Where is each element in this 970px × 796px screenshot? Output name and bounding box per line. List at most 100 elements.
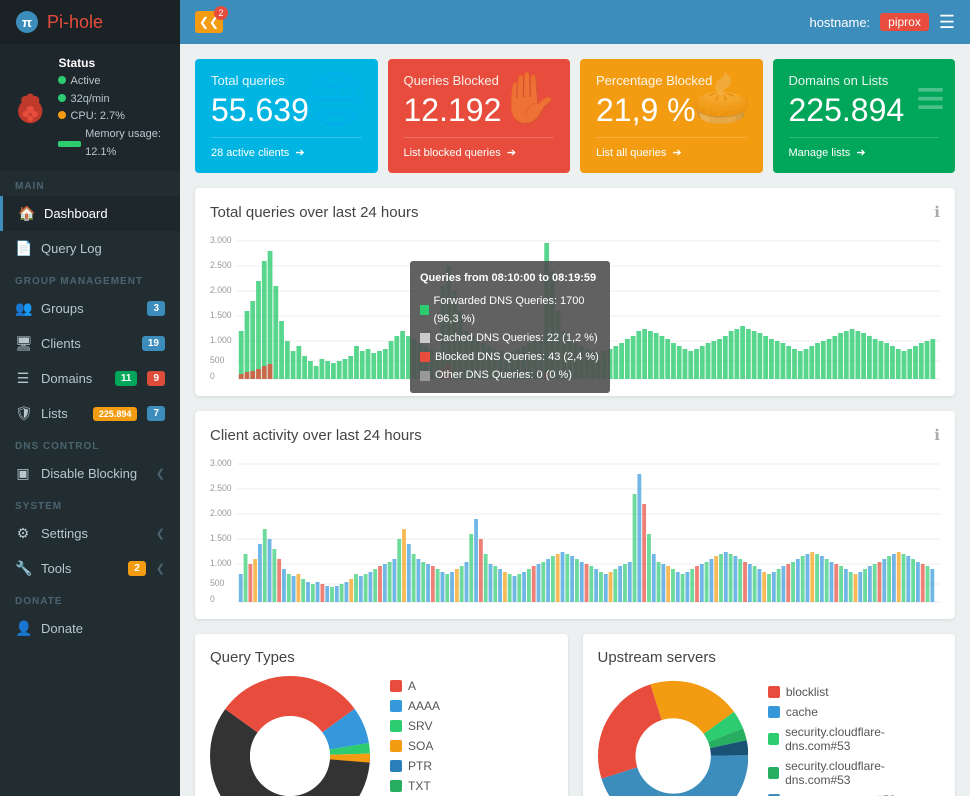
notification-badge: 2 bbox=[214, 6, 228, 20]
disable-icon: ▣ bbox=[15, 465, 31, 482]
svg-text:22:00: 22:00 bbox=[235, 379, 257, 381]
raspberry-icon bbox=[12, 84, 48, 132]
legend-soa: SOA bbox=[390, 739, 447, 753]
card-domains-lists: ≡ Domains on Lists 225.894 Manage lists … bbox=[773, 59, 956, 173]
settings-icon: ⚙ bbox=[15, 525, 31, 542]
sidebar-item-donate[interactable]: 👤 Donate bbox=[0, 611, 180, 646]
card-percent-title: Percentage Blocked bbox=[596, 73, 747, 88]
card-blocked-title: Queries Blocked bbox=[404, 73, 555, 88]
status-box: Status Active 32q/min CPU: 2.7% Memory u… bbox=[0, 44, 180, 171]
svg-text:500: 500 bbox=[210, 578, 225, 588]
chart-client-activity: Client activity over last 24 hours ℹ 3.0… bbox=[195, 411, 955, 619]
card-total-footer[interactable]: 28 active clients ➔ bbox=[211, 137, 362, 159]
sidebar-item-disable-blocking[interactable]: ▣ Disable Blocking ❮ bbox=[0, 456, 180, 491]
back-button[interactable]: ❮❮ 2 bbox=[195, 11, 223, 33]
donate-icon: 👤 bbox=[15, 620, 31, 637]
svg-text:01:00: 01:00 bbox=[379, 602, 401, 604]
stat-cards-container: 🌐 Total queries 55.639 28 active clients… bbox=[195, 59, 955, 173]
chart1-tooltip: Queries from 08:10:00 to 08:19:59 Forwar… bbox=[410, 261, 610, 393]
card-blocked-footer[interactable]: List blocked queries ➔ bbox=[404, 137, 555, 159]
querylog-label: Query Log bbox=[41, 241, 165, 256]
sidebar-item-clients[interactable]: 🖥 Clients 19 bbox=[0, 326, 180, 361]
svg-text:2.500: 2.500 bbox=[210, 483, 232, 493]
card-total-title: Total queries bbox=[211, 73, 362, 88]
sidebar-item-domains[interactable]: ☰ Domains 11 9 bbox=[0, 361, 180, 396]
tools-icon: 🔧 bbox=[15, 560, 31, 577]
svg-text:07:00: 07:00 bbox=[668, 379, 690, 381]
sidebar: π Pi-hole Status Active 32q/min CPU: 2.7… bbox=[0, 0, 180, 796]
bottom-charts: Query Types A AAAA SRV bbox=[195, 634, 955, 796]
svg-text:3.000: 3.000 bbox=[210, 458, 232, 468]
sidebar-item-dashboard[interactable]: 🏠 Dashboard bbox=[0, 196, 180, 231]
topbar-right: hostname: piprox ☰ bbox=[809, 12, 955, 33]
card-domains-title: Domains on Lists bbox=[789, 73, 940, 88]
svg-text:06:00: 06:00 bbox=[620, 602, 642, 604]
svg-text:00:00: 00:00 bbox=[331, 379, 353, 381]
svg-text:10:00: 10:00 bbox=[812, 379, 834, 381]
svg-text:3.000: 3.000 bbox=[210, 235, 232, 245]
query-types-title: Query Types bbox=[210, 649, 553, 666]
legend-ptr: PTR bbox=[390, 759, 447, 773]
upstream-content: blocklist cache security.cloudflare-dns.… bbox=[598, 676, 941, 796]
section-system-label: SYSTEM bbox=[0, 491, 180, 516]
legend-cf1: security.cloudflare-dns.com#53 bbox=[768, 725, 940, 753]
sidebar-item-lists[interactable]: 🛡 Lists 225.894 7 bbox=[0, 396, 180, 431]
status-cpu: CPU: 2.7% bbox=[58, 108, 168, 126]
sidebar-item-tools[interactable]: 🔧 Tools 2 ❮ bbox=[0, 551, 180, 586]
legend-a: A bbox=[390, 679, 447, 693]
info-icon-1: ℹ bbox=[934, 203, 940, 221]
svg-text:23:00: 23:00 bbox=[283, 379, 305, 381]
upstream-legend: blocklist cache security.cloudflare-dns.… bbox=[768, 685, 940, 796]
sidebar-item-settings[interactable]: ⚙ Settings ❮ bbox=[0, 516, 180, 551]
clients-label: Clients bbox=[41, 336, 132, 351]
disable-label: Disable Blocking bbox=[41, 466, 146, 481]
svg-text:2.000: 2.000 bbox=[210, 285, 232, 295]
settings-chevron: ❮ bbox=[156, 527, 165, 540]
app-title: Pi-hole bbox=[47, 12, 103, 33]
disable-chevron: ❮ bbox=[156, 467, 165, 480]
svg-text:2.500: 2.500 bbox=[210, 260, 232, 270]
svg-text:0: 0 bbox=[210, 594, 215, 604]
tools-badge: 2 bbox=[128, 561, 146, 576]
chart1-title: Total queries over last 24 hours ℹ bbox=[210, 203, 940, 221]
main-content: ❮❮ 2 hostname: piprox ☰ 🌐 Total queries … bbox=[180, 0, 970, 796]
svg-text:22:00: 22:00 bbox=[235, 602, 257, 604]
card-percent-footer[interactable]: List all queries ➔ bbox=[596, 137, 747, 159]
tooltip-blocked: Blocked DNS Queries: 43 (2,4 %) bbox=[420, 348, 600, 367]
chart2-svg: 3.000 2.500 2.000 1.500 1.000 500 0 bbox=[210, 454, 940, 604]
menu-button[interactable]: ☰ bbox=[939, 12, 955, 33]
clients-badge: 19 bbox=[142, 336, 165, 351]
query-types-pie bbox=[210, 676, 370, 796]
svg-text:09:00: 09:00 bbox=[764, 379, 786, 381]
legend-cache: cache bbox=[768, 705, 940, 719]
status-memory: Memory usage: 12.1% bbox=[58, 126, 168, 161]
tools-label: Tools bbox=[41, 561, 118, 576]
svg-text:12:00: 12:00 bbox=[908, 602, 930, 604]
legend-aaaa: AAAA bbox=[390, 699, 447, 713]
svg-text:1.500: 1.500 bbox=[210, 533, 232, 543]
status-rate: 32q/min bbox=[58, 91, 168, 109]
svg-text:1.000: 1.000 bbox=[210, 558, 232, 568]
svg-text:10:00: 10:00 bbox=[812, 602, 834, 604]
domains-badge2: 9 bbox=[147, 371, 165, 386]
tooltip-time: Queries from 08:10:00 to 08:19:59 bbox=[420, 269, 600, 288]
settings-label: Settings bbox=[41, 526, 146, 541]
card-domains-footer[interactable]: Manage lists ➔ bbox=[789, 137, 940, 159]
sidebar-item-querylog[interactable]: 📄 Query Log bbox=[0, 231, 180, 266]
section-dns-label: DNS CONTROL bbox=[0, 431, 180, 456]
sidebar-item-groups[interactable]: 👥 Groups 3 bbox=[0, 291, 180, 326]
svg-text:04:00: 04:00 bbox=[524, 602, 546, 604]
section-main-label: MAIN bbox=[0, 171, 180, 196]
groups-label: Groups bbox=[41, 301, 137, 316]
query-types-content: A AAAA SRV SOA PTR TXT SVCB HTTPS bbox=[210, 676, 553, 796]
legend-blocklist: blocklist bbox=[768, 685, 940, 699]
info-icon-2[interactable]: ℹ bbox=[934, 426, 940, 444]
svg-text:08:00: 08:00 bbox=[716, 379, 738, 381]
svg-text:0: 0 bbox=[210, 371, 215, 381]
svg-text:1.000: 1.000 bbox=[210, 335, 232, 345]
donate-label: Donate bbox=[41, 621, 165, 636]
status-title: Status bbox=[58, 54, 168, 73]
svg-text:09:00: 09:00 bbox=[764, 602, 786, 604]
sidebar-header: π Pi-hole bbox=[0, 0, 180, 44]
lists-label: Lists bbox=[41, 406, 83, 421]
